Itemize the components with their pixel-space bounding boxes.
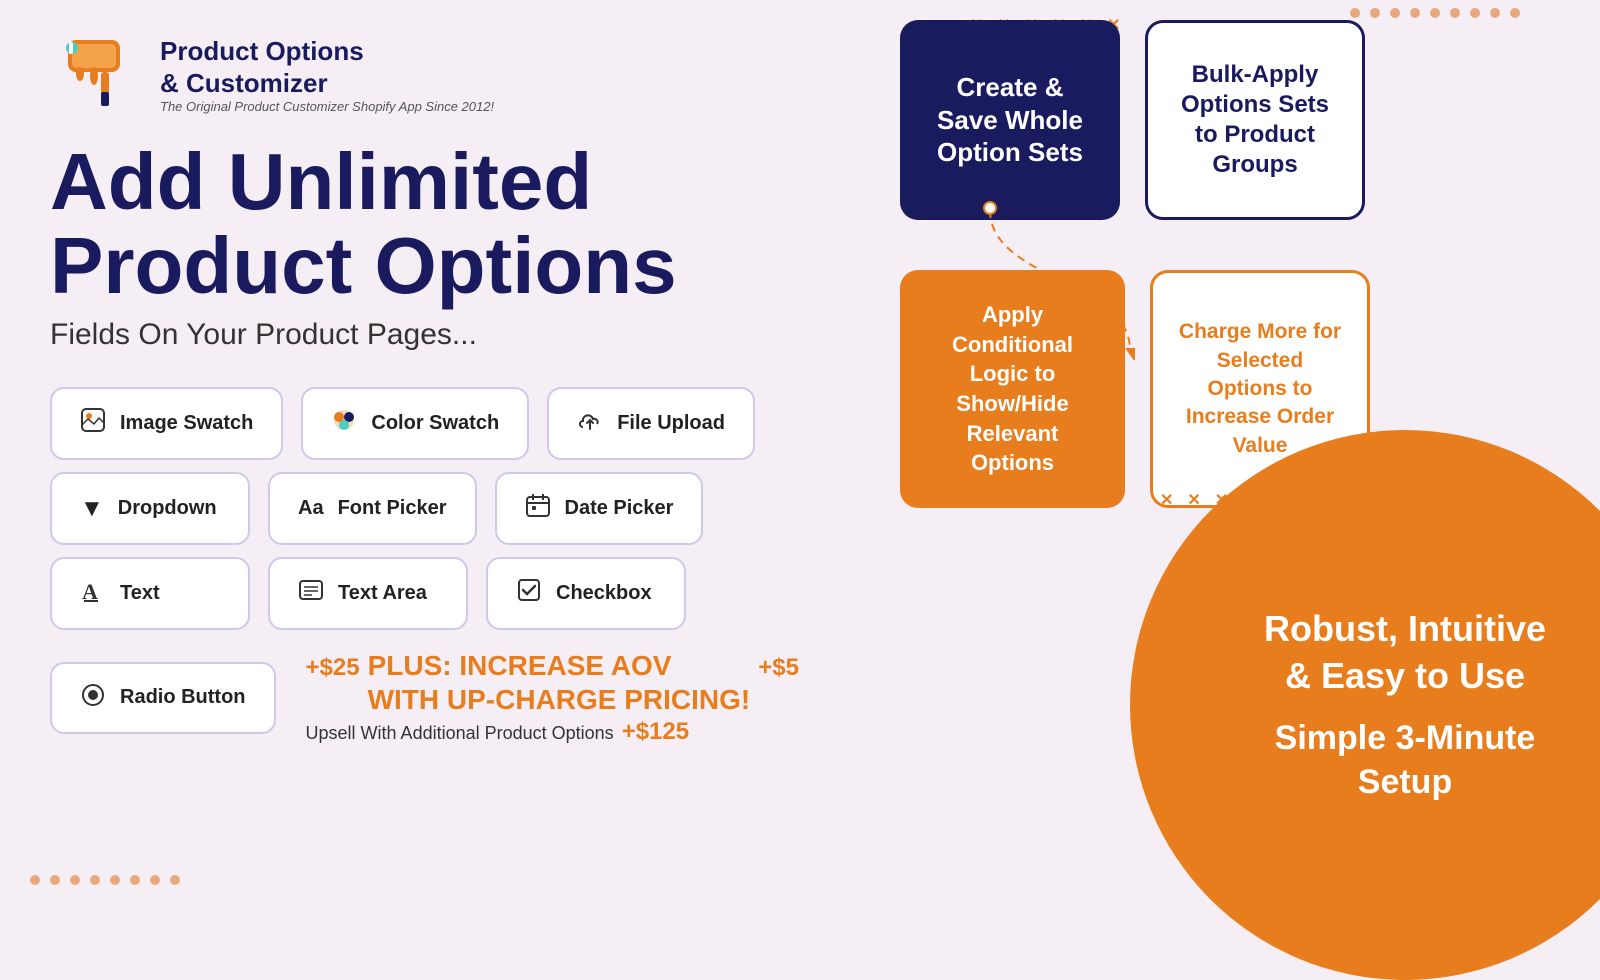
date-picker-button[interactable]: Date Picker [495,472,704,545]
radio-icon [80,682,106,714]
image-swatch-button[interactable]: Image Swatch [50,387,283,460]
logo-title2: & Customizer [160,68,494,99]
color-swatch-icon [331,407,357,440]
svg-text:A: A [82,579,98,603]
options-row-2: ▼ Dropdown Aa Font Picker Date Pick [50,472,850,545]
options-grid: Image Swatch Color Swatch [50,387,850,630]
text-area-label: Text Area [338,582,427,605]
logo-text-block: Product Options & Customizer The Origina… [160,36,494,113]
logo-icon [50,30,140,120]
circle-text2: Simple 3-MinuteSetup [1275,716,1536,804]
dropdown-label: Dropdown [118,497,217,520]
checkbox-icon [516,577,542,610]
conditional-logic-card: Apply Conditional Logic to Show/Hide Rel… [900,270,1125,508]
date-picker-label: Date Picker [565,497,674,520]
image-swatch-icon [80,407,106,440]
aov-section: +$25 PLUS: INCREASE AOVWITH UP-CHARGE PR… [306,644,799,751]
checkbox-button[interactable]: Checkbox [486,557,686,630]
right-panel: ✕✕ ✕✕ ✕✕ Create & Save Whole Option Sets… [850,0,1600,900]
aov-title: PLUS: INCREASE AOVWITH UP-CHARGE PRICING… [368,649,751,716]
bulk-apply-card: Bulk-Apply Options Sets to Product Group… [1145,20,1365,220]
radio-button-label: Radio Button [120,686,246,709]
aov-price1: +$5 [758,654,799,682]
date-picker-icon [525,492,551,525]
image-swatch-label: Image Swatch [120,412,253,435]
bottom-section: Radio Button +$25 PLUS: INCREASE AOVWITH… [50,644,850,751]
file-upload-label: File Upload [617,412,725,435]
font-picker-label: Font Picker [338,497,447,520]
bottom-right-circle: Robust, Intuitive& Easy to Use Simple 3-… [1130,430,1600,980]
file-upload-icon [577,407,603,440]
file-upload-button[interactable]: File Upload [547,387,755,460]
text-area-icon [298,577,324,610]
aov-subtitle: Upsell With Additional Product Options [306,723,614,744]
dropdown-icon: ▼ [80,495,104,523]
logo-subtitle: The Original Product Customizer Shopify … [160,99,494,114]
sub-heading: Fields On Your Product Pages... [50,318,850,352]
aov-price2: +$125 [622,718,689,746]
feature-cards-top: Create & Save Whole Option Sets Bulk-App… [900,20,1580,220]
color-swatch-label: Color Swatch [371,412,499,435]
color-swatch-button[interactable]: Color Swatch [301,387,529,460]
main-heading: Add Unlimited Product Options [50,140,850,308]
left-panel: Product Options & Customizer The Origina… [0,0,900,900]
checkbox-label: Checkbox [556,582,652,605]
text-area-button[interactable]: Text Area [268,557,468,630]
options-row-1: Image Swatch Color Swatch [50,387,850,460]
font-picker-icon: Aa [298,497,324,520]
circle-text1: Robust, Intuitive& Easy to Use [1264,606,1546,700]
text-button[interactable]: A Text [50,557,250,630]
logo-title: Product Options [160,36,494,67]
text-icon: A [80,577,106,610]
text-label: Text [120,582,160,605]
font-picker-button[interactable]: Aa Font Picker [268,472,477,545]
radio-button-option[interactable]: Radio Button [50,662,276,734]
options-row-3: A Text Text Area [50,557,850,630]
logo-area: Product Options & Customizer The Origina… [50,30,850,120]
aov-price3: +$25 [306,654,360,682]
dropdown-button[interactable]: ▼ Dropdown [50,472,250,545]
create-save-card: Create & Save Whole Option Sets [900,20,1120,220]
